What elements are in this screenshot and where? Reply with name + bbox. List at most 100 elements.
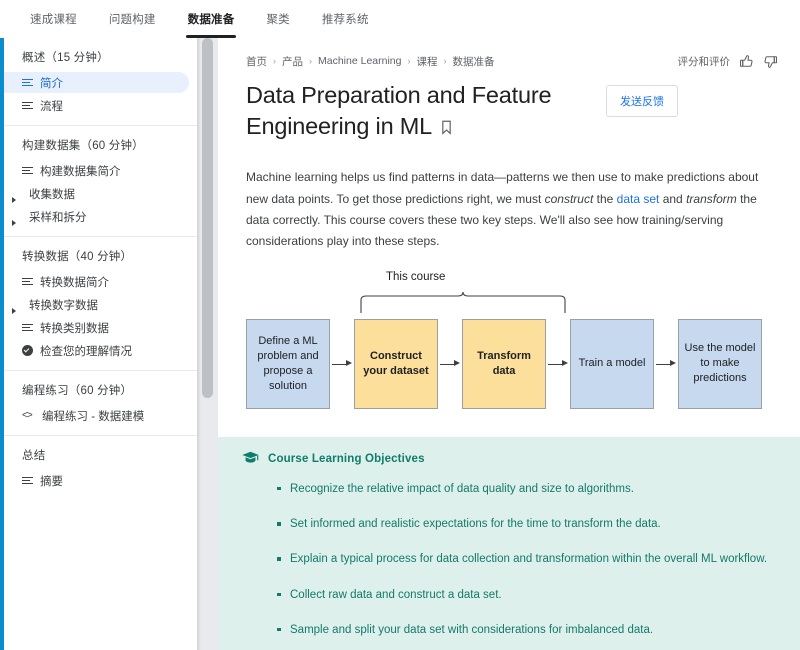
graduation-cap-icon (242, 451, 259, 467)
breadcrumb: 首页 › 产品 › Machine Learning › 课程 › 数据准备 (246, 54, 678, 69)
sidebar-item-label: 检查您的理解情况 (40, 345, 132, 358)
tab-label: 推荐系统 (321, 14, 369, 26)
main-content-area: 首页 › 产品 › Machine Learning › 课程 › 数据准备 评分和评价 (218, 38, 800, 650)
nav-group-0: 概述（15 分钟） 简介流程 (4, 38, 197, 116)
diagram-arrow-3 (546, 319, 570, 409)
objectives-heading-row: Course Learning Objectives (242, 451, 776, 467)
sidebar-item-label: 流程 (40, 100, 63, 113)
sidebar-item-0-0[interactable]: 简介 (4, 72, 189, 93)
page-title: Data Preparation and Feature Engineering… (246, 80, 606, 143)
intro-part2: the (593, 191, 617, 206)
breadcrumb-separator: › (407, 56, 411, 66)
list-lines-icon (22, 476, 33, 485)
diagram-box-2: Transform data (462, 318, 546, 409)
breadcrumb-item-2[interactable]: Machine Learning (318, 55, 401, 67)
diagram-box-4: Use the model to make predictions (678, 318, 762, 409)
tab-3[interactable]: 聚类 (250, 0, 305, 38)
nav-group-4: 总结 摘要 (4, 435, 197, 491)
bookmark-icon[interactable] (441, 112, 452, 143)
rating-controls: 评分和评价 (678, 54, 779, 69)
top-tab-bar: 速成课程 问题构建 数据准备 聚类 推荐系统 (0, 0, 800, 38)
thumb-down-icon[interactable] (763, 54, 778, 69)
intro-emphasis-construct: construct (544, 191, 594, 206)
nav-group-2: 转换数据（40 分钟） 转换数据简介转换数字数据转换类别数据检查您的理解情况 (4, 236, 197, 361)
sidebar-item-label: 采样和拆分 (29, 211, 87, 224)
ml-workflow-diagram: This course Define a ML problem and prop… (218, 271, 800, 423)
breadcrumb-item-4[interactable]: 数据准备 (452, 54, 494, 69)
tab-4[interactable]: 推荐系统 (306, 0, 385, 38)
nav-group-title: 构建数据集（60 分钟） (22, 140, 144, 152)
sidebar-item-label: 编程练习 - 数据建模 (42, 410, 145, 423)
breadcrumb-and-rating-row: 首页 › 产品 › Machine Learning › 课程 › 数据准备 评分和评价 (218, 38, 800, 68)
sidebar-item-2-0[interactable]: 转换数据简介 (4, 271, 197, 292)
gutter-shadow (197, 38, 201, 650)
list-lines-icon (22, 101, 33, 110)
diagram-box-0: Define a ML problem and propose a soluti… (246, 318, 330, 409)
breadcrumb-item-0[interactable]: 首页 (246, 54, 267, 69)
page-title-row: Data Preparation and Feature Engineering… (218, 68, 800, 143)
sidebar-item-3-0[interactable]: <> 编程练习 - 数据建模 (4, 405, 197, 426)
diagram-box-1: Construct your dataset (354, 318, 438, 409)
sidebar-item-2-2[interactable]: 转换类别数据 (4, 317, 197, 338)
list-lines-icon (22, 78, 33, 87)
nav-group-title: 概述（15 分钟） (22, 52, 109, 64)
rating-label: 评分和评价 (677, 55, 731, 68)
objective-item-0: Recognize the relative impact of data qu… (277, 481, 776, 498)
diagram-box-label: Construct your dataset (363, 349, 429, 377)
sidebar-item-label: 收集数据 (29, 188, 75, 201)
diagram-arrow-4 (654, 319, 678, 409)
course-sidebar-nav: 概述（15 分钟） 简介流程构建数据集（60 分钟） 构建数据集简介收集数据采样和拆… (4, 38, 197, 650)
tab-label: 速成课程 (30, 14, 77, 26)
breadcrumb-separator: › (309, 56, 312, 66)
tab-label: 问题构建 (108, 14, 156, 26)
sidebar-item-1-2[interactable]: 采样和拆分 (4, 206, 197, 227)
list-lines-icon (22, 166, 33, 175)
objective-item-1: Set informed and realistic expectations … (277, 516, 776, 533)
list-lines-icon (22, 323, 33, 332)
data-set-link[interactable]: data set (617, 192, 660, 206)
sidebar-item-2-1[interactable]: 转换数字数据 (4, 294, 197, 315)
page-title-text: Data Preparation and Feature Engineering… (246, 82, 552, 140)
nav-group-1: 构建数据集（60 分钟） 构建数据集简介收集数据采样和拆分 (4, 125, 197, 227)
sidebar-item-label: 简介 (40, 77, 63, 90)
tab-1[interactable]: 问题构建 (93, 0, 172, 38)
sidebar-item-label: 摘要 (40, 475, 63, 488)
intro-emphasis-transform: transform (686, 191, 737, 206)
sidebar-item-4-0[interactable]: 摘要 (4, 470, 197, 491)
diagram-box-label: Transform data (477, 349, 531, 377)
send-feedback-button[interactable]: 发送反馈 (606, 85, 678, 117)
diagram-box-row: Define a ML problem and propose a soluti… (246, 318, 762, 409)
list-lines-icon (22, 277, 33, 286)
thumb-up-icon[interactable] (739, 54, 754, 69)
course-learning-objectives-panel: Course Learning Objectives Recognize the… (218, 436, 800, 650)
tab-0[interactable]: 速成课程 (14, 0, 93, 38)
diagram-brace (360, 291, 566, 313)
sidebar-item-2-3[interactable]: 检查您的理解情况 (4, 340, 197, 361)
breadcrumb-item-1[interactable]: 产品 (282, 54, 303, 69)
sidebar-item-1-1[interactable]: 收集数据 (4, 183, 197, 204)
breadcrumb-item-3[interactable]: 课程 (416, 54, 437, 69)
sidebar-item-0-1[interactable]: 流程 (4, 95, 197, 116)
tab-label: 聚类 (266, 14, 290, 26)
diagram-brace-label: This course (386, 270, 446, 283)
sidebar-item-1-0[interactable]: 构建数据集简介 (4, 160, 197, 181)
objective-item-2: Explain a typical process for data colle… (277, 551, 776, 568)
page-scrollbar-thumb[interactable] (202, 38, 213, 398)
code-brackets-icon: <> (22, 409, 33, 421)
intro-paragraph: Machine learning helps us find patterns … (218, 155, 800, 252)
nav-group-title: 编程练习（60 分钟） (22, 385, 133, 397)
left-accent-rail (0, 38, 4, 650)
objectives-heading-text: Course Learning Objectives (268, 452, 425, 465)
diagram-box-label: Use the model to make predictions (684, 342, 756, 385)
breadcrumb-separator: › (443, 56, 447, 66)
objectives-list: Recognize the relative impact of data qu… (242, 481, 776, 650)
breadcrumb-separator: › (273, 56, 276, 66)
diagram-arrow-2 (438, 319, 462, 409)
sidebar-item-label: 转换数据简介 (40, 276, 109, 289)
check-circle-icon (22, 345, 33, 356)
nav-group-title: 转换数据（40 分钟） (22, 251, 133, 263)
tab-2[interactable]: 数据准备 (172, 0, 251, 38)
sidebar-item-label: 转换数字数据 (29, 299, 98, 312)
sidebar-item-label: 构建数据集简介 (40, 165, 121, 178)
objective-item-3: Collect raw data and construct a data se… (277, 587, 776, 604)
